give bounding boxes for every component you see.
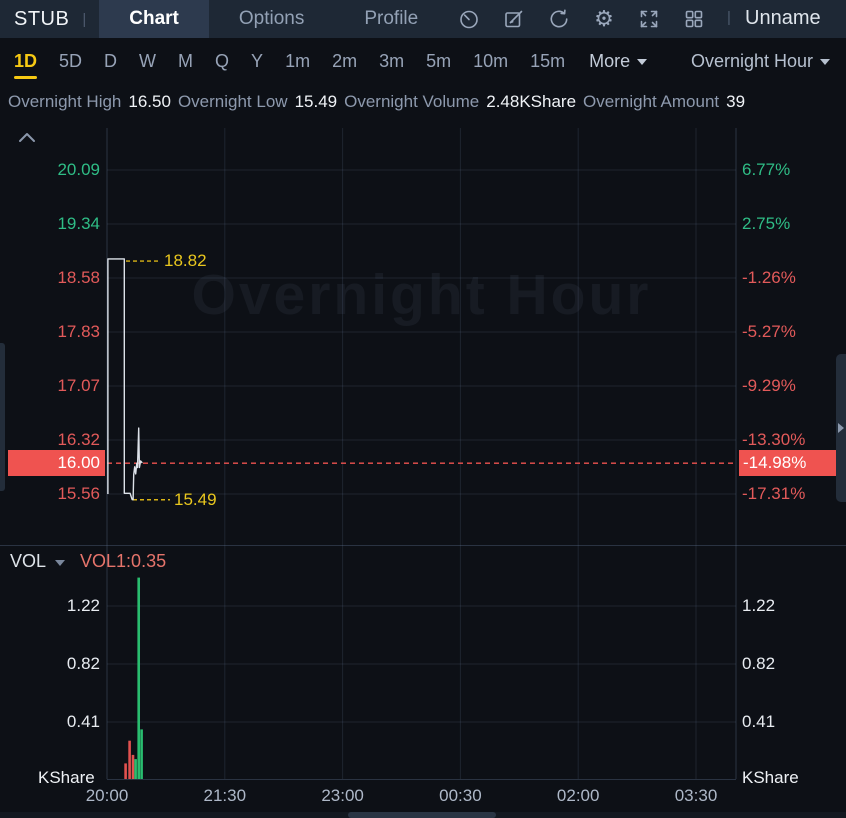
top-navigation-bar: STUB | Chart Options Profile ⚙ | Unname <box>0 0 846 38</box>
timeframe-list: 1D 5D D W M Q Y 1m 2m 3m 5m 10m 15m <box>14 38 587 84</box>
toolbar-icons: ⚙ <box>458 0 705 38</box>
time-axis-label: 20:00 <box>85 786 129 805</box>
price-axis-label: 16.32 <box>57 430 100 449</box>
stat-label: Overnight High <box>8 92 122 111</box>
stat-value: 2.48KShare <box>486 92 577 111</box>
time-axis-label: 03:30 <box>674 786 718 805</box>
timeframe-2m[interactable]: 2m <box>332 38 357 84</box>
refresh-icon[interactable] <box>548 8 570 30</box>
percent-axis-label: -13.30% <box>742 430 806 449</box>
percent-axis-label: -9.29% <box>742 376 796 395</box>
timeframe-q[interactable]: Q <box>215 38 229 84</box>
chevron-down-icon <box>820 59 830 65</box>
percent-axis-label: -5.27% <box>742 322 796 341</box>
chevron-down-icon <box>637 59 648 65</box>
volume-unit-left: KShare <box>38 768 95 787</box>
draw-icon[interactable] <box>503 8 525 30</box>
price-axis-label: 20.09 <box>57 160 100 179</box>
volume-axis-label: 0.82 <box>66 654 100 673</box>
gauge-icon[interactable] <box>458 8 480 30</box>
timeframe-1d[interactable]: 1D <box>14 38 38 84</box>
price-axis-label: 18.58 <box>57 268 100 287</box>
timeframe-3m[interactable]: 3m <box>379 38 404 84</box>
stat-label: Overnight Low <box>177 92 288 111</box>
more-label: More <box>589 50 631 71</box>
stat-value: 16.50 <box>128 92 171 111</box>
trading-app-window: Overnight Hour 20.09 6.77% 19.34 2.75% 18.58… <box>0 0 846 818</box>
timeframe-bar: 1D 5D D W M Q Y 1m 2m 3m 5m 10m 15m More Overnight H… <box>0 38 846 84</box>
stat-value: 15.49 <box>294 92 338 111</box>
price-axis-label: 19.34 <box>57 214 100 233</box>
right-panel-handle[interactable] <box>836 354 846 502</box>
stat-label: Overnight Amount <box>583 92 720 111</box>
main-tabs: Chart Options Profile <box>99 0 448 38</box>
percent-axis-label: 6.77% <box>742 160 791 179</box>
high-marker-label: 18.82 <box>164 251 207 270</box>
volume-unit-right: KShare <box>742 768 799 787</box>
time-axis-label: 23:00 <box>321 786 364 805</box>
tab-options[interactable]: Options <box>209 0 334 38</box>
volume-indicator-header: VOL VOL1:0.35 <box>10 551 166 572</box>
low-marker-label: 15.49 <box>174 490 217 509</box>
time-axis-label: 02:00 <box>556 786 600 805</box>
volume-axis-label: 0.41 <box>742 712 776 731</box>
fullscreen-icon[interactable] <box>638 8 660 30</box>
chart-canvas[interactable] <box>0 0 846 818</box>
volume-axis-label: 0.82 <box>742 654 776 673</box>
scrollbar-thumb[interactable] <box>348 812 496 818</box>
current-change-tag: -14.98% <box>739 450 836 476</box>
price-axis-label: 15.56 <box>57 484 100 503</box>
time-axis-label: 00:30 <box>439 786 482 805</box>
layout-name[interactable]: Unname <box>745 7 846 30</box>
vol1-value: VOL1:0.35 <box>80 551 167 571</box>
session-label: Overnight Hour <box>690 50 813 71</box>
overnight-stats-bar: Overnight High 16.50 Overnight Low 15.49 Ove… <box>0 84 846 120</box>
timeframe-w[interactable]: W <box>139 38 156 84</box>
expand-right-icon <box>838 423 844 433</box>
time-axis-label: 21:30 <box>203 786 247 805</box>
price-axis-label: 17.83 <box>57 322 100 341</box>
horizontal-scrollbar[interactable] <box>0 812 846 818</box>
percent-axis-label: -1.26% <box>742 268 796 287</box>
vol-title[interactable]: VOL <box>10 551 46 572</box>
timeframe-1m[interactable]: 1m <box>285 38 310 84</box>
timeframe-d[interactable]: D <box>104 38 117 84</box>
tab-profile[interactable]: Profile <box>334 0 448 38</box>
current-price-tag: 16.00 <box>8 450 105 476</box>
stat-value: 39 <box>726 92 746 111</box>
price-axis-label: 17.07 <box>57 376 100 395</box>
chart-area: Overnight Hour 20.09 6.77% 19.34 2.75% 18.58… <box>0 0 846 818</box>
timeframe-15m[interactable]: 15m <box>530 38 565 84</box>
volume-axis-label: 1.22 <box>66 596 100 615</box>
session-selector[interactable]: Overnight Hour <box>691 51 830 72</box>
separator: | <box>727 9 731 26</box>
timeframe-5m[interactable]: 5m <box>426 38 451 84</box>
timeframe-m[interactable]: M <box>178 38 193 84</box>
settings-gear-icon[interactable]: ⚙ <box>593 8 615 30</box>
percent-axis-label: 2.75% <box>742 214 791 233</box>
percent-axis-label: -17.31% <box>742 484 806 503</box>
stat-label: Overnight Volume <box>344 92 480 111</box>
collapse-panel-chevron-icon[interactable] <box>17 130 37 145</box>
timeframe-y[interactable]: Y <box>251 38 263 84</box>
volume-axis-label: 0.41 <box>66 712 100 731</box>
tab-chart[interactable]: Chart <box>99 0 209 38</box>
grid-layout-icon[interactable] <box>683 8 705 30</box>
separator: | <box>82 10 87 28</box>
more-dropdown[interactable]: More <box>589 50 648 72</box>
chevron-down-icon[interactable] <box>55 560 66 566</box>
timeframe-5d[interactable]: 5D <box>59 38 82 84</box>
timeframe-10m[interactable]: 10m <box>473 38 508 84</box>
left-panel-handle[interactable] <box>0 343 5 491</box>
symbol-name[interactable]: STUB <box>14 8 69 31</box>
volume-axis-label: 1.22 <box>742 596 776 615</box>
